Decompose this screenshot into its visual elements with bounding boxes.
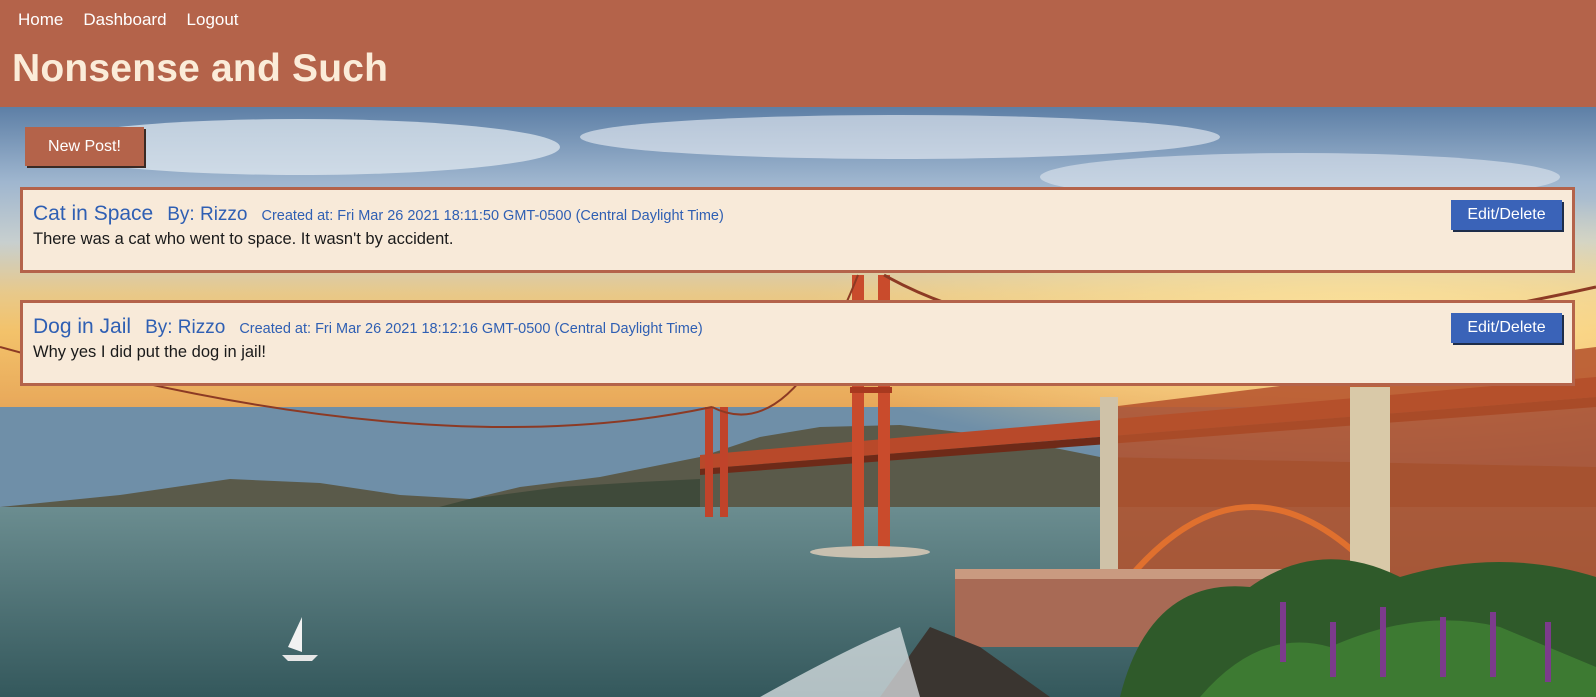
- post-title-link[interactable]: Cat in Space: [33, 202, 153, 226]
- post-author: By: Rizzo: [145, 317, 226, 338]
- site-header: Home Dashboard Logout Nonsense and Such: [0, 0, 1596, 107]
- post-header: Dog in Jail By: Rizzo Created at: Fri Ma…: [33, 315, 703, 339]
- top-nav: Home Dashboard Logout: [18, 10, 259, 30]
- edit-delete-button[interactable]: Edit/Delete: [1451, 200, 1562, 230]
- new-post-button[interactable]: New Post!: [25, 127, 144, 166]
- post-card: Dog in Jail By: Rizzo Created at: Fri Ma…: [20, 300, 1575, 386]
- post-header: Cat in Space By: Rizzo Created at: Fri M…: [33, 202, 724, 226]
- edit-delete-button[interactable]: Edit/Delete: [1451, 313, 1562, 343]
- nav-logout-link[interactable]: Logout: [187, 10, 239, 30]
- post-body: There was a cat who went to space. It wa…: [33, 230, 454, 248]
- post-created-date: Created at: Fri Mar 26 2021 18:11:50 GMT…: [261, 208, 724, 224]
- post-title-link[interactable]: Dog in Jail: [33, 315, 131, 339]
- post-created-date: Created at: Fri Mar 26 2021 18:12:16 GMT…: [239, 321, 703, 337]
- post-author: By: Rizzo: [167, 204, 248, 225]
- post-body: Why yes I did put the dog in jail!: [33, 343, 266, 361]
- site-title: Nonsense and Such: [12, 47, 389, 90]
- nav-dashboard-link[interactable]: Dashboard: [83, 10, 166, 30]
- post-card: Cat in Space By: Rizzo Created at: Fri M…: [20, 187, 1575, 273]
- nav-home-link[interactable]: Home: [18, 10, 63, 30]
